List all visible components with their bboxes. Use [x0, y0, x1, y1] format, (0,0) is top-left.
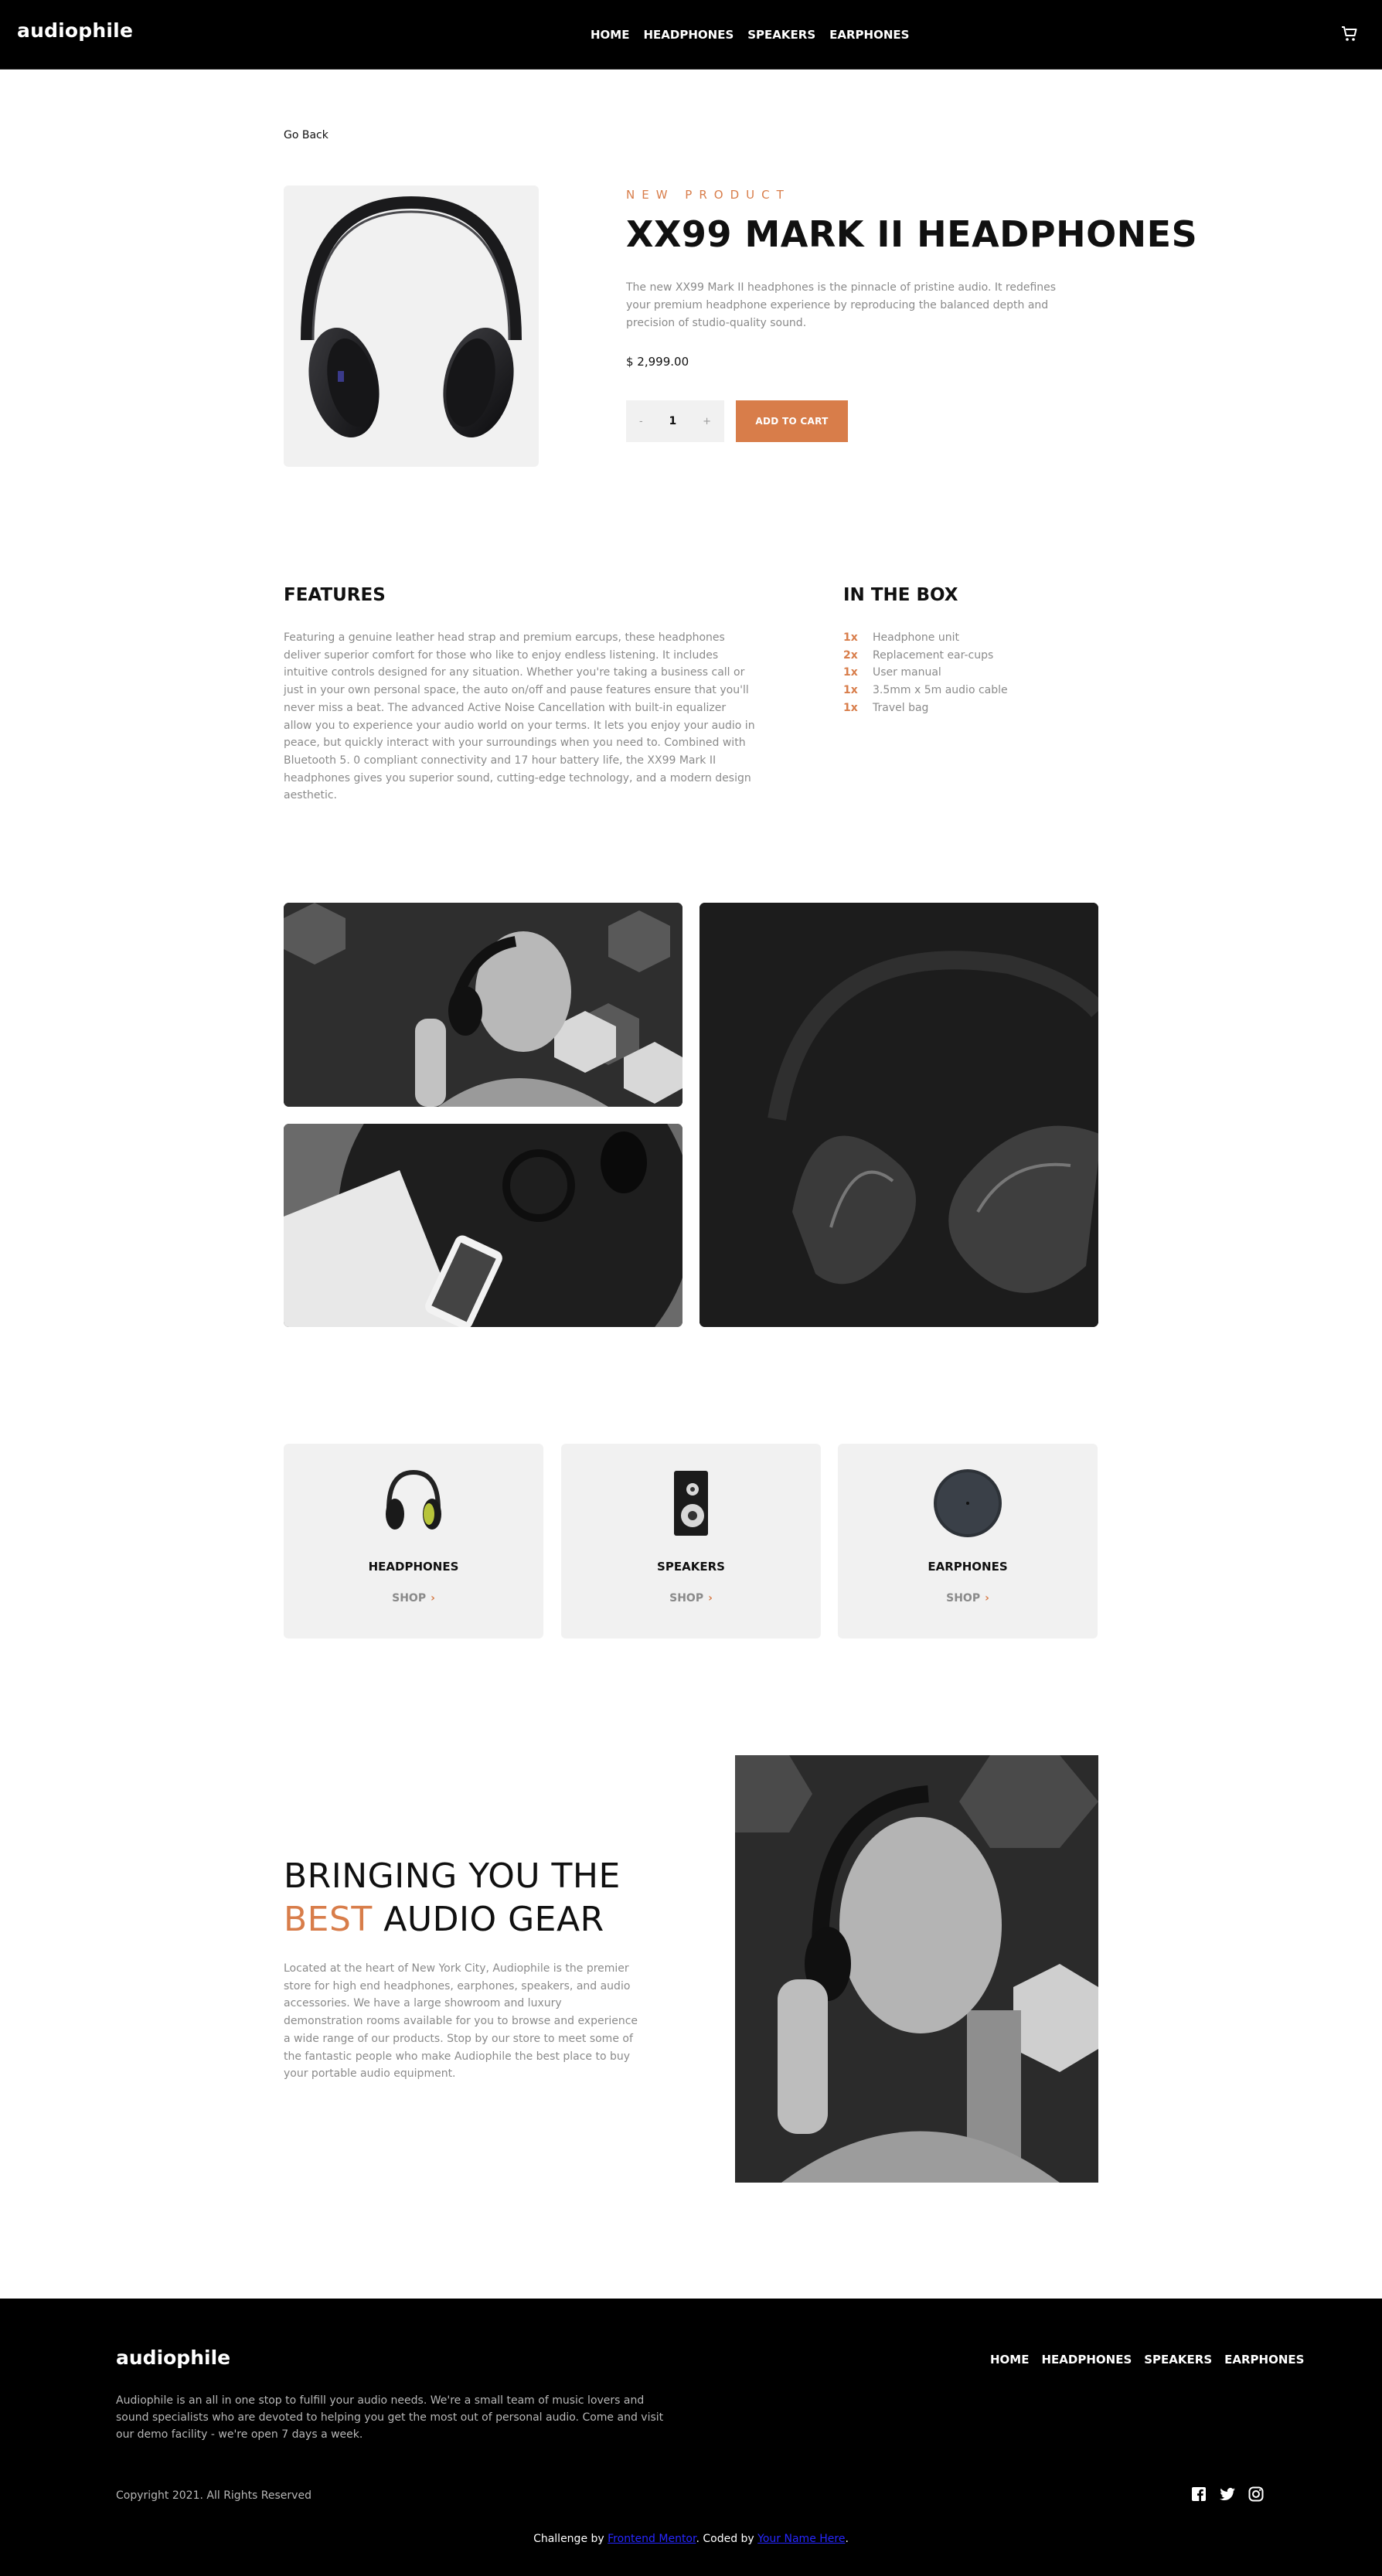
features-heading: FEATURES [284, 585, 386, 605]
item-qty: 1x [843, 666, 858, 679]
best-gear-line2-rest: AUDIO GEAR [383, 1900, 604, 1939]
headphones-image [301, 196, 522, 438]
credit-mid: . Coded by [696, 2533, 758, 2545]
quantity-decrease-button[interactable]: - [639, 416, 643, 427]
go-back-link[interactable]: Go Back [284, 129, 328, 141]
product-description: The new XX99 Mark II headphones is the p… [626, 281, 1057, 329]
list-item: 1x 3.5mm x 5m audio cable [843, 682, 1008, 699]
best-gear-accent: BEST [284, 1900, 373, 1939]
frontend-mentor-link[interactable]: Frontend Mentor [608, 2533, 696, 2545]
shop-link[interactable]: SHOP › [838, 1592, 1098, 1604]
product-overline: NEW PRODUCT [626, 188, 791, 202]
headphones-thumb-icon [386, 1469, 441, 1530]
list-item: 1x Headphone unit [843, 629, 1008, 647]
footer-nav-earphones[interactable]: EARPHONES [1224, 2353, 1304, 2367]
footer-nav-speakers[interactable]: SPEAKERS [1144, 2353, 1212, 2367]
footer-logo[interactable]: audiophile [116, 2346, 230, 2369]
earphones-thumb-icon [934, 1469, 1002, 1537]
chevron-right-icon: › [985, 1592, 989, 1604]
gallery-image-headphones [700, 903, 1098, 1327]
nav-speakers[interactable]: SPEAKERS [747, 28, 815, 42]
gallery-image-man [284, 903, 682, 1107]
list-item: 2x Replacement ear-cups [843, 647, 1008, 665]
best-gear-line2: BEST AUDIO GEAR [284, 1898, 621, 1941]
shop-link[interactable]: SHOP › [284, 1592, 543, 1604]
item-label: User manual [873, 666, 941, 679]
social-links [1190, 2486, 1265, 2503]
site-header: audiophile HOME HEADPHONES SPEAKERS EARP… [0, 0, 1382, 70]
category-title: EARPHONES [928, 1560, 1008, 1574]
quantity-value: 1 [669, 415, 677, 427]
item-qty: 2x [843, 648, 858, 662]
item-label: Travel bag [873, 701, 929, 714]
item-qty: 1x [843, 701, 858, 714]
footer-nav: HOME HEADPHONES SPEAKERS EARPHONES [990, 2353, 1304, 2367]
category-title: SPEAKERS [657, 1560, 725, 1574]
best-gear-text: Located at the heart of New York City, A… [284, 1962, 638, 2081]
credit-line: Challenge by Frontend Mentor. Coded by Y… [0, 2533, 1382, 2545]
features-text: Featuring a genuine leather head strap a… [284, 631, 755, 802]
credit-suffix: . [845, 2533, 849, 2545]
instagram-icon[interactable] [1248, 2486, 1265, 2503]
logo[interactable]: audiophile [17, 19, 133, 42]
cart-icon[interactable] [1340, 25, 1359, 43]
speaker-thumb-icon [674, 1471, 708, 1536]
category-card-earphones[interactable]: EARPHONES SHOP › [838, 1444, 1098, 1638]
shop-label: SHOP [946, 1592, 981, 1604]
add-to-cart-button[interactable]: ADD TO CART [736, 400, 848, 442]
shop-link[interactable]: SHOP › [561, 1592, 821, 1604]
product-image [284, 185, 539, 467]
category-card-headphones[interactable]: HEADPHONES SHOP › [284, 1444, 543, 1638]
item-qty: 1x [843, 631, 858, 644]
category-card-speakers[interactable]: SPEAKERS SHOP › [561, 1444, 821, 1638]
nav-home[interactable]: HOME [591, 28, 629, 42]
item-label: Replacement ear-cups [873, 648, 994, 662]
shop-label: SHOP [669, 1592, 704, 1604]
credit-prefix: Challenge by [533, 2533, 608, 2545]
list-item: 1x User manual [843, 664, 1008, 682]
shop-label: SHOP [392, 1592, 427, 1604]
twitter-icon[interactable] [1219, 2486, 1236, 2503]
footer-nav-headphones[interactable]: HEADPHONES [1041, 2353, 1132, 2367]
footer-description: Audiophile is an all in one stop to fulf… [116, 2394, 664, 2441]
best-gear-heading: BRINGING YOU THE BEST AUDIO GEAR [284, 1855, 621, 1941]
product-title: XX99 MARK II HEADPHONES [626, 213, 1198, 255]
product-price: $ 2,999.00 [626, 355, 689, 369]
author-link[interactable]: Your Name Here [757, 2533, 845, 2545]
in-the-box-heading: IN THE BOX [843, 585, 958, 605]
quantity-increase-button[interactable]: + [703, 416, 711, 427]
quantity-stepper: - 1 + [626, 400, 724, 442]
item-label: Headphone unit [873, 631, 959, 644]
copyright: Copyright 2021. All Rights Reserved [116, 2489, 311, 2502]
chevron-right-icon: › [431, 1592, 435, 1604]
site-footer: audiophile HOME HEADPHONES SPEAKERS EARP… [0, 2299, 1382, 2576]
gallery-image-table [284, 1124, 682, 1327]
nav-headphones[interactable]: HEADPHONES [643, 28, 734, 42]
category-title: HEADPHONES [368, 1560, 459, 1574]
nav-earphones[interactable]: EARPHONES [829, 28, 909, 42]
best-gear-line1: BRINGING YOU THE [284, 1856, 621, 1896]
facebook-icon[interactable] [1190, 2486, 1207, 2503]
best-gear-image [735, 1755, 1098, 2183]
in-the-box-list: 1x Headphone unit 2x Replacement ear-cups … [843, 629, 1008, 717]
item-label: 3.5mm x 5m audio cable [873, 684, 1008, 697]
list-item: 1x Travel bag [843, 699, 1008, 717]
main-nav: HOME HEADPHONES SPEAKERS EARPHONES [591, 28, 909, 42]
footer-nav-home[interactable]: HOME [990, 2353, 1029, 2367]
chevron-right-icon: › [708, 1592, 713, 1604]
item-qty: 1x [843, 684, 858, 697]
